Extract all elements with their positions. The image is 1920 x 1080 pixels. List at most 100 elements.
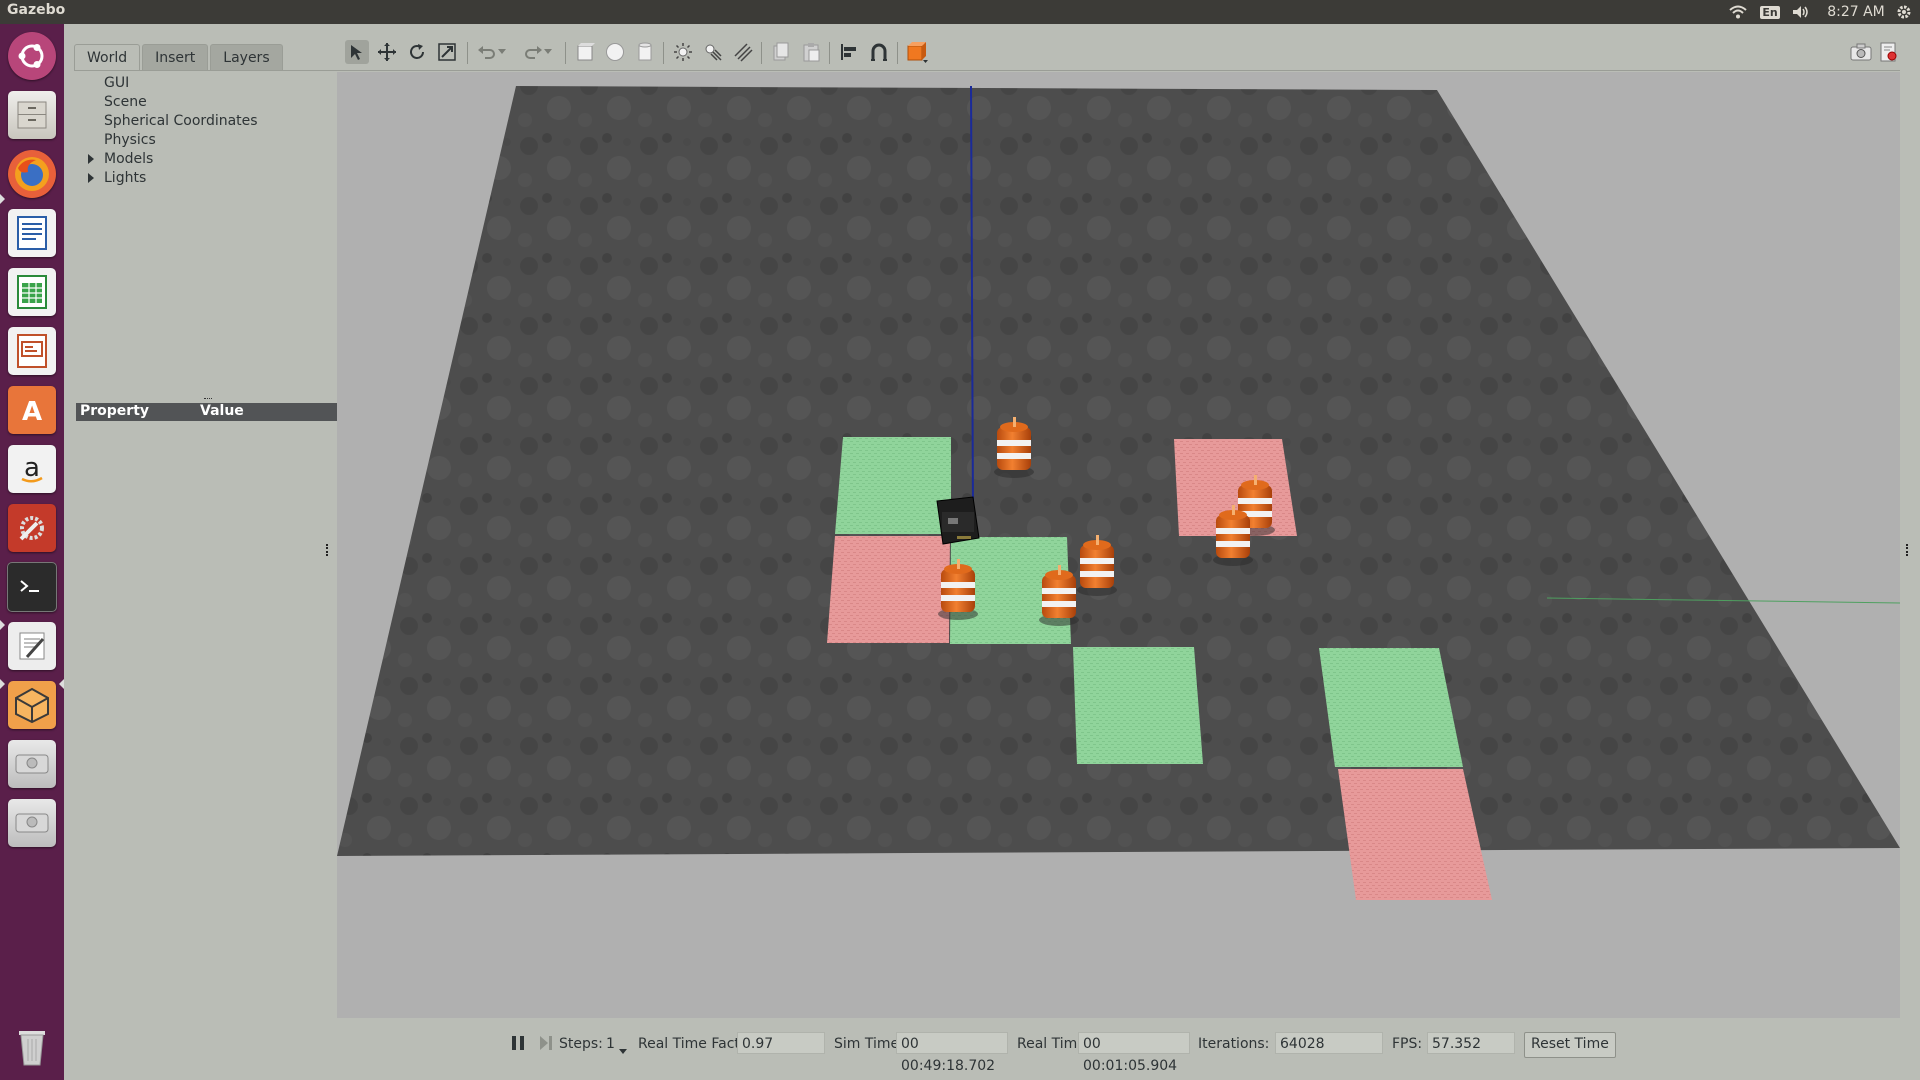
screenshot-button[interactable] bbox=[1849, 40, 1873, 64]
clock[interactable]: 8:27 AM bbox=[1826, 2, 1886, 22]
toolbar-separator bbox=[565, 42, 566, 64]
green-tile bbox=[835, 437, 951, 534]
toolbar-separator bbox=[467, 42, 468, 64]
translate-mode-button[interactable] bbox=[375, 40, 399, 64]
step-button[interactable] bbox=[537, 1033, 555, 1053]
toolbar-separator bbox=[829, 42, 830, 64]
directional-light-icon bbox=[734, 43, 753, 62]
active-app-indicator bbox=[0, 679, 5, 689]
undo-history-dropdown[interactable] bbox=[495, 40, 509, 64]
hard-drive-icon bbox=[8, 799, 56, 847]
left-splitter[interactable] bbox=[326, 544, 332, 556]
files-launcher[interactable] bbox=[6, 89, 58, 141]
iterations-label: Iterations: bbox=[1198, 1036, 1270, 1052]
amazon-launcher[interactable]: a bbox=[6, 443, 58, 495]
undo-icon bbox=[478, 46, 495, 59]
file-cabinet-icon bbox=[8, 91, 56, 139]
red-tile bbox=[827, 536, 950, 643]
dash-button[interactable] bbox=[6, 30, 58, 82]
copy-button[interactable] bbox=[769, 40, 793, 64]
calc-launcher[interactable] bbox=[6, 266, 58, 318]
align-button[interactable] bbox=[837, 40, 861, 64]
step-forward-icon bbox=[540, 1036, 552, 1050]
panel-splitter-handle[interactable] bbox=[204, 398, 212, 402]
firefox-launcher[interactable] bbox=[6, 148, 58, 200]
select-mode-button[interactable] bbox=[345, 40, 369, 64]
firefox-icon bbox=[8, 150, 56, 198]
gear-icon[interactable] bbox=[1892, 2, 1916, 22]
scale-mode-button[interactable] bbox=[435, 40, 459, 64]
cylinder-shape-button[interactable] bbox=[633, 40, 657, 64]
gazebo-icon bbox=[8, 681, 56, 729]
software-center-launcher[interactable]: A bbox=[6, 384, 58, 436]
redo-icon bbox=[525, 46, 542, 59]
sphere-shape-button[interactable] bbox=[603, 40, 627, 64]
writer-launcher[interactable] bbox=[6, 207, 58, 259]
box-shape-button[interactable] bbox=[573, 40, 597, 64]
text-editor-launcher[interactable] bbox=[6, 620, 58, 672]
tree-item-physics[interactable]: Physics bbox=[104, 132, 156, 148]
fps-label: FPS: bbox=[1392, 1036, 1423, 1052]
scene-render bbox=[337, 85, 1900, 900]
reset-time-button[interactable]: Reset Time bbox=[1524, 1032, 1616, 1058]
rotate-mode-button[interactable] bbox=[405, 40, 429, 64]
volume-icon[interactable] bbox=[1790, 2, 1812, 22]
steps-dropdown-icon[interactable] bbox=[619, 1043, 627, 1059]
trash-launcher[interactable] bbox=[6, 1020, 58, 1072]
fps-field: 57.352 bbox=[1427, 1032, 1515, 1054]
green-tile bbox=[1319, 648, 1463, 767]
log-button[interactable] bbox=[1877, 40, 1901, 64]
scale-icon bbox=[438, 43, 456, 61]
pause-button[interactable] bbox=[509, 1033, 527, 1053]
view-cube-icon bbox=[907, 42, 928, 63]
spreadsheet-icon bbox=[8, 268, 56, 316]
toolbar bbox=[337, 34, 1900, 71]
tree-item-models[interactable]: Models bbox=[104, 151, 153, 167]
clock-time: 8:27 AM bbox=[1827, 4, 1885, 20]
terminal-launcher[interactable] bbox=[6, 561, 58, 613]
move-arrows-icon bbox=[378, 43, 396, 61]
paste-button[interactable] bbox=[799, 40, 823, 64]
impress-launcher[interactable] bbox=[6, 325, 58, 377]
active-app-indicator bbox=[0, 620, 5, 630]
view-angle-button[interactable] bbox=[905, 40, 929, 64]
tab-layers[interactable]: Layers bbox=[210, 44, 283, 71]
tree-item-lights[interactable]: Lights bbox=[104, 170, 146, 186]
tab-world[interactable]: World bbox=[74, 44, 141, 71]
active-app-indicator bbox=[0, 194, 5, 204]
expand-arrow-icon[interactable] bbox=[88, 154, 94, 164]
software-bag-icon: A bbox=[8, 386, 56, 434]
right-splitter[interactable] bbox=[1906, 544, 1912, 556]
point-light-button[interactable] bbox=[671, 40, 695, 64]
gazebo-launcher[interactable] bbox=[6, 679, 58, 731]
launcher: A a bbox=[0, 24, 64, 1080]
tree-item-spherical-coordinates[interactable]: Spherical Coordinates bbox=[104, 113, 258, 129]
expand-arrow-icon[interactable] bbox=[88, 173, 94, 183]
property-column-header: Property bbox=[80, 403, 150, 419]
tab-insert[interactable]: Insert bbox=[142, 44, 209, 71]
keyboard-indicator[interactable]: En bbox=[1759, 2, 1781, 22]
spot-light-button[interactable] bbox=[701, 40, 725, 64]
value-column-header: Value bbox=[200, 403, 244, 419]
tree-item-gui[interactable]: GUI bbox=[104, 75, 129, 91]
toolbar-separator bbox=[897, 42, 898, 64]
drive-1-launcher[interactable] bbox=[6, 738, 58, 790]
system-settings-launcher[interactable] bbox=[6, 502, 58, 554]
robot-model bbox=[936, 496, 980, 545]
gazebo-window: World Insert Layers GUI Scene Spherical … bbox=[64, 24, 1920, 1080]
drive-2-launcher[interactable] bbox=[6, 797, 58, 849]
tree-item-scene[interactable]: Scene bbox=[104, 94, 147, 110]
arrow-cursor-icon bbox=[351, 45, 362, 60]
spot-light-icon bbox=[705, 44, 722, 61]
snap-button[interactable] bbox=[867, 40, 891, 64]
scene-viewport[interactable] bbox=[337, 72, 1900, 1018]
presentation-icon bbox=[8, 327, 56, 375]
directional-light-button[interactable] bbox=[731, 40, 755, 64]
trash-icon bbox=[8, 1022, 56, 1070]
cylinder-icon bbox=[638, 42, 652, 61]
svg-text:A: A bbox=[22, 397, 42, 427]
redo-history-dropdown[interactable] bbox=[541, 40, 555, 64]
sphere-icon bbox=[606, 43, 624, 61]
wifi-icon[interactable] bbox=[1727, 2, 1749, 22]
steps-value[interactable]: 1 bbox=[606, 1036, 615, 1052]
